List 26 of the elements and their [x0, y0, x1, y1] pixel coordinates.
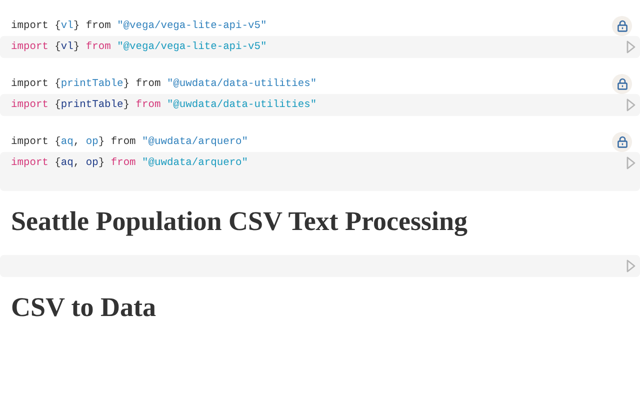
code-editor[interactable]: import {printTable} from "@uwdata/data-utilities" [0, 94, 640, 116]
code-output: import {printTable} from "@uwdata/data-utilities" [11, 77, 317, 91]
lock-icon [616, 136, 628, 148]
section-heading: Seattle Population CSV Text Processing [10, 205, 469, 238]
play-icon [626, 259, 636, 273]
lock-button[interactable] [612, 16, 632, 36]
play-icon [626, 40, 636, 54]
lock-button[interactable] [612, 132, 632, 152]
run-button[interactable] [626, 259, 636, 273]
code-output: import {aq, op} from "@uwdata/arquero" [11, 135, 248, 149]
run-button[interactable] [626, 40, 636, 54]
code-line: import {vl} from "@vega/vega-lite-api-v5" [11, 40, 267, 54]
run-button[interactable] [626, 156, 636, 170]
lock-icon [616, 78, 628, 90]
code-line: import {printTable} from "@uwdata/data-utilities" [11, 98, 317, 112]
section-heading: CSV to Data [10, 291, 158, 324]
run-button[interactable] [626, 98, 636, 112]
play-icon [626, 156, 636, 170]
code-output: import {vl} from "@vega/vega-lite-api-v5" [11, 19, 267, 33]
code-editor[interactable]: import {vl} from "@vega/vega-lite-api-v5" [0, 36, 640, 58]
play-icon [626, 98, 636, 112]
lock-button[interactable] [612, 74, 632, 94]
lock-icon [616, 20, 628, 32]
code-line: import {aq, op} from "@uwdata/arquero" [11, 156, 248, 170]
code-editor[interactable]: import {aq, op} from "@uwdata/arquero" [0, 152, 640, 191]
code-editor[interactable] [0, 255, 640, 277]
